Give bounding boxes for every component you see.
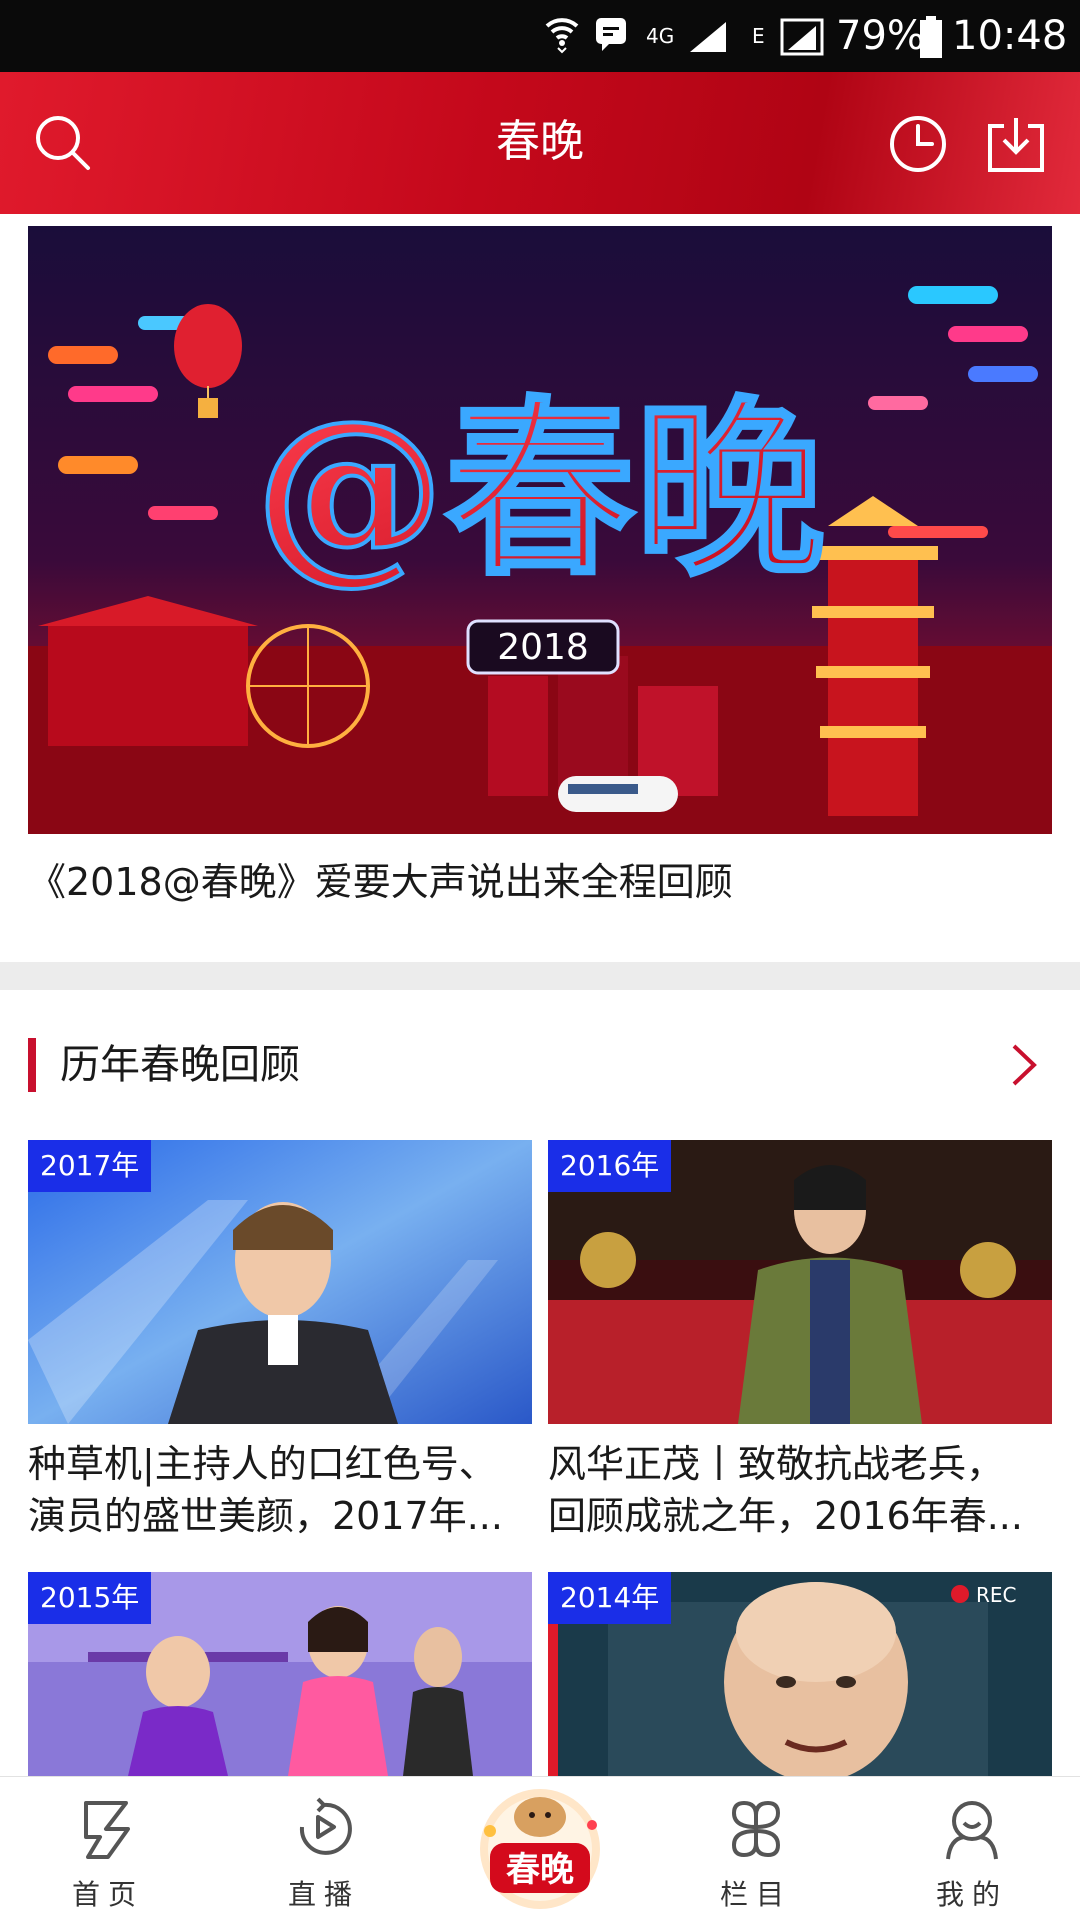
video-title[interactable]: 种草机|主持人的口红色号、 演员的盛世美颜，2017年... bbox=[28, 1438, 532, 1542]
home-icon bbox=[84, 1801, 130, 1859]
network-4g-label: 4G bbox=[646, 24, 675, 48]
message-icon bbox=[596, 18, 626, 51]
year-badge: 2016年 bbox=[548, 1140, 672, 1192]
hero-banner[interactable]: @春晚 2018 bbox=[28, 226, 1052, 834]
hero-image: @春晚 2018 bbox=[28, 226, 1052, 834]
year-badge: 2014年 bbox=[548, 1572, 672, 1624]
nav-columns[interactable]: 栏目 bbox=[648, 1777, 864, 1921]
video-title[interactable]: 风华正茂丨致敬抗战老兵， 回顾成就之年，2016年春... bbox=[548, 1438, 1052, 1542]
network-e-label: E bbox=[752, 24, 765, 48]
nav-label: 栏目 bbox=[719, 1878, 792, 1911]
video-thumbnail[interactable]: 2017年 bbox=[28, 1140, 532, 1424]
section-divider bbox=[0, 962, 1080, 990]
year-badge: 2015年 bbox=[28, 1572, 152, 1624]
spring-gala-logo: 春晚 bbox=[480, 1789, 600, 1909]
video-thumbnail[interactable]: 2015年 bbox=[28, 1572, 532, 1776]
hero-calligraphy: @春晚 bbox=[255, 378, 825, 601]
history-clock-icon[interactable] bbox=[886, 112, 950, 176]
battery-icon bbox=[920, 16, 942, 58]
year-badge: 2017年 bbox=[28, 1140, 152, 1192]
video-thumbnail[interactable]: REC 2014年 bbox=[548, 1572, 1052, 1776]
nav-label: 首页 bbox=[71, 1878, 144, 1911]
wifi-icon bbox=[545, 18, 579, 54]
profile-icon bbox=[946, 1801, 998, 1860]
status-bar: 4G E 79% 10:48 bbox=[0, 0, 1080, 72]
signal-icon bbox=[690, 22, 726, 52]
nav-label: 我的 bbox=[935, 1878, 1008, 1911]
hero-year: 2018 bbox=[497, 627, 589, 668]
bottom-navigation: 首页 直播 春晚 栏目 我的 bbox=[0, 1776, 1080, 1921]
section-title: 历年春晚回顾 bbox=[60, 1042, 300, 1088]
nav-home[interactable]: 首页 bbox=[0, 1777, 216, 1921]
signal-secondary-icon bbox=[780, 18, 824, 56]
video-card-2014[interactable]: REC 2014年 bbox=[548, 1572, 1052, 1776]
battery-percent: 79% bbox=[836, 13, 925, 59]
video-card-2016[interactable]: 2016年 风华正茂丨致敬抗战老兵， 回顾成就之年，2016年春... bbox=[548, 1140, 1052, 1538]
live-play-icon bbox=[299, 1797, 352, 1855]
nav-label: 直播 bbox=[287, 1878, 360, 1911]
hero-caption[interactable]: 《2018@春晚》爱要大声说出来全程回顾 bbox=[28, 858, 733, 906]
nav-spring-gala[interactable]: 春晚 bbox=[432, 1777, 648, 1921]
nav-live[interactable]: 直播 bbox=[216, 1777, 432, 1921]
section-accent-bar bbox=[28, 1038, 36, 1092]
download-icon[interactable] bbox=[984, 112, 1048, 176]
rec-label: REC bbox=[976, 1583, 1017, 1607]
nav-profile[interactable]: 我的 bbox=[864, 1777, 1080, 1921]
chevron-right-icon[interactable] bbox=[1004, 1040, 1044, 1090]
video-card-2017[interactable]: 2017年 种草机|主持人的口红色号、 演员的盛世美颜，2017年... bbox=[28, 1140, 532, 1538]
top-app-bar: 春晚 bbox=[0, 72, 1080, 214]
video-thumbnail[interactable]: 2016年 bbox=[548, 1140, 1052, 1424]
clock: 10:48 bbox=[952, 13, 1068, 59]
video-card-2015[interactable]: 2015年 bbox=[28, 1572, 532, 1776]
columns-icon bbox=[731, 1800, 781, 1858]
spring-gala-logo-text: 春晚 bbox=[506, 1850, 574, 1890]
